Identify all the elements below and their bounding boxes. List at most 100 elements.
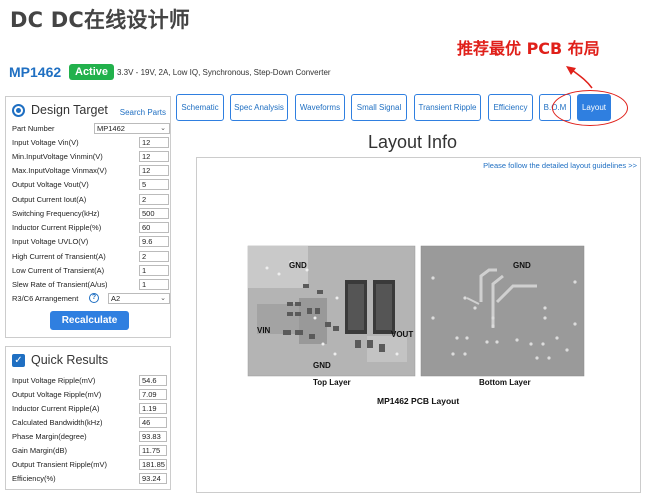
tab-waveforms[interactable]: Waveforms (295, 94, 345, 121)
param-row: Min.InputVoltage Vinmin(V) 12 (12, 151, 169, 163)
quick-results-title: Quick Results (31, 353, 109, 367)
chevron-down-icon: ⌄ (160, 295, 166, 302)
param-input[interactable]: 1 (139, 279, 169, 290)
top-layer-board: GND GND VIN VOUT (247, 245, 416, 377)
arrangement-label: R3/C6 Arrangement (12, 294, 79, 303)
param-row: High Current of Transient(A) 2 (12, 251, 169, 263)
tab-transient-ripple[interactable]: Transient Ripple (414, 94, 481, 121)
result-value: 7.09 (139, 389, 167, 400)
chevron-down-icon: ⌄ (160, 125, 166, 132)
tab-efficiency[interactable]: Efficiency (488, 94, 533, 121)
tab-layout[interactable]: Layout (577, 94, 611, 121)
part-number-select[interactable]: MP1462 ⌄ (94, 123, 170, 134)
quick-results-panel: ✓ Quick Results Input Voltage Ripple(mV)… (5, 346, 171, 490)
part-number-row: Part Number MP1462 ⌄ (12, 123, 170, 135)
param-input[interactable]: 500 (139, 208, 169, 219)
page-title: DC DC在线设计师 (10, 8, 190, 32)
pcb-layout-image: GND GND VIN VOUT GND (247, 245, 585, 377)
target-icon (12, 103, 25, 117)
tab-bom[interactable]: B.O.M (539, 94, 571, 121)
search-parts-link[interactable]: Search Parts (120, 108, 166, 117)
param-input[interactable]: 12 (139, 137, 169, 148)
annotation-text: 推荐最优 PCB 布局 (457, 39, 600, 58)
pcb-figure-caption: MP1462 PCB Layout (377, 396, 460, 406)
layout-frame: Please follow the detailed layout guidel… (196, 157, 641, 493)
result-label: Gain Margin(dB) (12, 446, 68, 455)
param-row: Max.InputVoltage Vinmax(V) 12 (12, 165, 169, 177)
checkbox-checked-icon[interactable]: ✓ (12, 353, 25, 367)
param-row: Output Current Iout(A) 2 (12, 194, 169, 206)
tab-spec-analysis[interactable]: Spec Analysis (230, 94, 288, 121)
param-row: Switching Frequency(kHz) 500 (12, 208, 169, 220)
result-row: Inductor Current Ripple(A) 1.19 (12, 403, 167, 415)
result-label: Efficiency(%) (12, 474, 56, 483)
result-value: 1.19 (139, 403, 167, 414)
param-label: Slew Rate of Transient(A/us) (12, 280, 108, 289)
result-row: Gain Margin(dB) 11.75 (12, 445, 167, 457)
result-value: 54.6 (139, 375, 167, 386)
param-input[interactable]: 60 (139, 222, 169, 233)
vin-label: VIN (257, 326, 271, 335)
top-gnd-label-top: GND (289, 261, 307, 270)
part-name: MP1462 (9, 64, 62, 80)
arrangement-select[interactable]: A2 ⌄ (108, 293, 170, 304)
top-gnd-label-bottom: GND (313, 361, 331, 370)
result-label: Phase Margin(degree) (12, 432, 87, 441)
arrangement-row: R3/C6 Arrangement ? A2 ⌄ (12, 293, 170, 305)
arrangement-value: A2 (111, 294, 121, 303)
result-value: 181.85 (139, 459, 167, 470)
result-label: Inductor Current Ripple(A) (12, 404, 100, 413)
bottom-layer-board: GND (420, 245, 585, 377)
result-row: Phase Margin(degree) 93.83 (12, 431, 167, 443)
param-input[interactable]: 12 (139, 165, 169, 176)
result-row: Input Voltage Ripple(mV) 54.6 (12, 375, 167, 387)
vout-label: VOUT (391, 330, 413, 339)
param-input[interactable]: 9.6 (139, 236, 169, 247)
param-input[interactable]: 5 (139, 179, 169, 190)
param-label: Output Current Iout(A) (12, 195, 87, 204)
param-label: Output Voltage Vout(V) (12, 180, 89, 189)
param-label: Switching Frequency(kHz) (12, 209, 100, 218)
param-label: Max.InputVoltage Vinmax(V) (12, 166, 107, 175)
param-input[interactable]: 12 (139, 151, 169, 162)
tab-small-signal[interactable]: Small Signal (351, 94, 407, 121)
result-row: Output Voltage Ripple(mV) 7.09 (12, 389, 167, 401)
quick-results-header: ✓ Quick Results (12, 353, 108, 367)
result-row: Calculated Bandwidth(kHz) 46 (12, 417, 167, 429)
tab-schematic[interactable]: Schematic (176, 94, 224, 121)
result-value: 11.75 (139, 445, 167, 456)
part-number-label: Part Number (12, 124, 55, 133)
recalculate-button[interactable]: Recalculate (50, 311, 129, 330)
result-label: Input Voltage Ripple(mV) (12, 376, 96, 385)
result-row: Efficiency(%) 93.24 (12, 473, 167, 485)
result-row: Output Transient Ripple(mV) 181.85 (12, 459, 167, 471)
bottom-layer-caption: Bottom Layer (479, 378, 531, 387)
param-row: Output Voltage Vout(V) 5 (12, 179, 169, 191)
param-input[interactable]: 2 (139, 194, 169, 205)
design-target-panel: Design Target Search Parts Part Number M… (5, 96, 171, 338)
help-icon[interactable]: ? (89, 293, 99, 303)
result-value: 93.83 (139, 431, 167, 442)
bottom-gnd-label: GND (513, 261, 531, 270)
top-layer-caption: Top Layer (313, 378, 351, 387)
param-input[interactable]: 2 (139, 251, 169, 262)
param-row: Input Voltage UVLO(V) 9.6 (12, 236, 169, 248)
param-row: Low Current of Transient(A) 1 (12, 265, 169, 277)
param-label: High Current of Transient(A) (12, 252, 106, 261)
param-row: Input Voltage Vin(V) 12 (12, 137, 169, 149)
param-row: Inductor Current Ripple(%) 60 (12, 222, 169, 234)
param-input[interactable]: 1 (139, 265, 169, 276)
param-row: Slew Rate of Transient(A/us) 1 (12, 279, 169, 291)
part-number-value: MP1462 (97, 124, 125, 133)
result-label: Calculated Bandwidth(kHz) (12, 418, 103, 427)
part-description: 3.3V - 19V, 2A, Low IQ, Synchronous, Ste… (117, 68, 331, 77)
layout-title: Layout Info (368, 132, 458, 152)
param-label: Input Voltage UVLO(V) (12, 237, 89, 246)
result-value: 93.24 (139, 473, 167, 484)
result-label: Output Transient Ripple(mV) (12, 460, 108, 469)
param-label: Low Current of Transient(A) (12, 266, 105, 275)
param-label: Input Voltage Vin(V) (12, 138, 79, 147)
design-target-header: Design Target (12, 103, 108, 117)
status-badge: Active (69, 64, 115, 80)
param-label: Inductor Current Ripple(%) (12, 223, 102, 232)
